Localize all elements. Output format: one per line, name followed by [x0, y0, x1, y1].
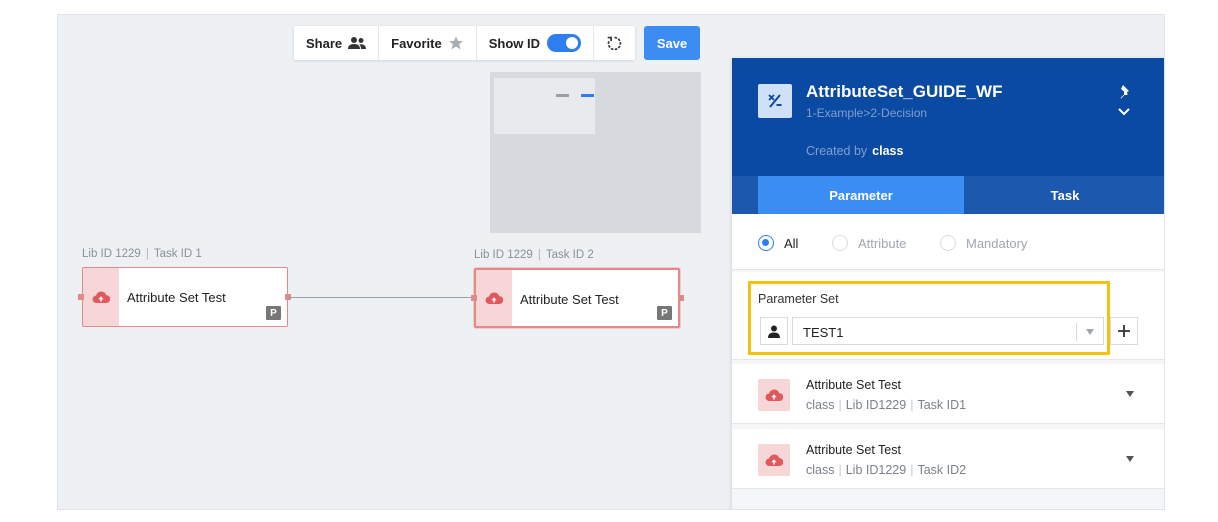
cloud-upload-icon [765, 454, 783, 467]
task-card-2[interactable]: Attribute Set Test class | Lib ID1229 | Task… [732, 429, 1164, 489]
radio-mandatory[interactable]: Mandatory [940, 235, 1027, 251]
task-2-icon-box [758, 444, 790, 476]
task-2-meta: class | Lib ID1229 | Task ID2 [806, 463, 967, 477]
connection-edge[interactable] [289, 297, 473, 298]
cloud-upload-icon [485, 292, 503, 305]
save-button[interactable]: Save [644, 26, 700, 60]
task-2-task-id: Task ID2 [917, 463, 967, 477]
created-by-user: class [872, 144, 904, 158]
workflow-path: 1-Example>2-Decision [806, 106, 928, 120]
show-id-control: Show ID [477, 26, 594, 60]
users-icon [348, 37, 367, 49]
node-2-in-port[interactable] [471, 295, 477, 301]
panel-tabs: Parameter Task [732, 176, 1164, 214]
workflow-name: AttributeSet_GUIDE_WF [806, 82, 1003, 101]
star-icon [448, 36, 463, 50]
percent-icon [768, 94, 782, 108]
task-1-task-id: Task ID1 [917, 398, 967, 412]
minimap-node-2 [581, 94, 594, 97]
radio-mandatory-circle [940, 235, 956, 251]
created-by-label: Created by [806, 144, 868, 158]
task-1-icon-box [758, 379, 790, 411]
favorite-label: Favorite [391, 35, 442, 51]
node-2-lib-id: Lib ID 1229 [474, 249, 533, 261]
share-label: Share [306, 35, 343, 51]
share-button[interactable]: Share [294, 26, 380, 60]
node-2-parameter-badge: P [657, 306, 672, 320]
node-2-task-id: Task ID 2 [545, 249, 594, 261]
task-1-user: class [806, 398, 835, 412]
workflow-editor: Share Favorite Show ID Save Lib ID 1229 … [0, 0, 1218, 522]
cloud-upload-icon [92, 291, 110, 304]
filter-radio-group: All Attribute Mandatory [732, 214, 1164, 270]
user-icon [768, 325, 780, 338]
task-node-1[interactable]: Attribute Set Test P [82, 267, 288, 327]
task-card-1[interactable]: Attribute Set Test class | Lib ID1229 | Task… [732, 364, 1164, 424]
radio-mandatory-label: Mandatory [966, 235, 1028, 251]
parameter-set-owner-button[interactable] [760, 317, 788, 345]
radio-attribute[interactable]: Attribute [832, 235, 906, 251]
minimap-viewport[interactable] [494, 78, 595, 134]
chevron-down-icon[interactable] [1118, 108, 1130, 116]
show-id-label: Show ID [488, 35, 540, 51]
task-1-expand-icon[interactable] [1126, 391, 1134, 397]
refresh-icon [607, 36, 622, 50]
task-1-lib: Lib ID1229 [845, 398, 907, 412]
task-1-meta: class | Lib ID1229 | Task ID1 [806, 398, 967, 412]
pin-icon[interactable] [1118, 84, 1132, 100]
tab-parameter[interactable]: Parameter [758, 176, 964, 214]
parameter-set-section: Parameter Set TEST1 [732, 272, 1164, 360]
parameter-set-value: TEST1 [803, 325, 844, 340]
show-id-toggle[interactable] [547, 34, 581, 52]
node-2-out-port[interactable] [678, 295, 684, 301]
caret-down-icon [1086, 329, 1094, 335]
task-1-name: Attribute Set Test [806, 378, 901, 392]
task-2-name: Attribute Set Test [806, 443, 901, 457]
task-2-lib: Lib ID1229 [845, 463, 907, 477]
tab-task[interactable]: Task [964, 176, 1164, 214]
canvas-toolbar: Share Favorite Show ID [294, 26, 635, 60]
node-1-parameter-badge: P [266, 306, 281, 320]
add-parameter-set-button[interactable] [1110, 317, 1138, 345]
task-2-user: class [806, 463, 835, 477]
minimap-node-1 [556, 94, 569, 97]
node-1-in-port[interactable] [78, 294, 84, 300]
radio-all[interactable]: All [758, 235, 798, 251]
node-1-icon-box [83, 268, 119, 326]
radio-all-label: All [784, 235, 799, 251]
radio-all-circle [758, 235, 774, 251]
plus-icon [1118, 325, 1130, 337]
radio-attribute-circle [832, 235, 848, 251]
node-2-title: Attribute Set Test [520, 292, 619, 307]
panel-header: AttributeSet_GUIDE_WF 1-Example>2-Decisi… [732, 58, 1164, 176]
properties-panel: AttributeSet_GUIDE_WF 1-Example>2-Decisi… [732, 58, 1164, 509]
parameter-set-label: Parameter Set [758, 292, 839, 306]
task-2-expand-icon[interactable] [1126, 456, 1134, 462]
node-1-ids: Lib ID 1229 | Task ID 1 [82, 248, 202, 260]
node-1-lib-id: Lib ID 1229 [82, 248, 141, 260]
created-by: Created by class [806, 144, 903, 158]
select-divider [1076, 323, 1077, 341]
toggle-knob [566, 37, 578, 49]
minimap[interactable] [490, 72, 701, 233]
parameter-set-select[interactable]: TEST1 [792, 317, 1104, 345]
node-1-task-id: Task ID 1 [153, 248, 202, 260]
node-2-icon-box [476, 270, 512, 326]
cloud-upload-icon [765, 389, 783, 402]
node-2-ids: Lib ID 1229 | Task ID 2 [474, 249, 594, 261]
workflow-canvas[interactable]: Share Favorite Show ID Save Lib ID 1229 … [57, 14, 1165, 510]
radio-attribute-label: Attribute [858, 235, 907, 251]
favorite-button[interactable]: Favorite [379, 26, 477, 60]
refresh-button[interactable] [594, 26, 635, 60]
task-node-2[interactable]: Attribute Set Test P [474, 268, 680, 328]
workflow-type-icon-box [758, 84, 792, 118]
node-1-title: Attribute Set Test [127, 290, 226, 305]
